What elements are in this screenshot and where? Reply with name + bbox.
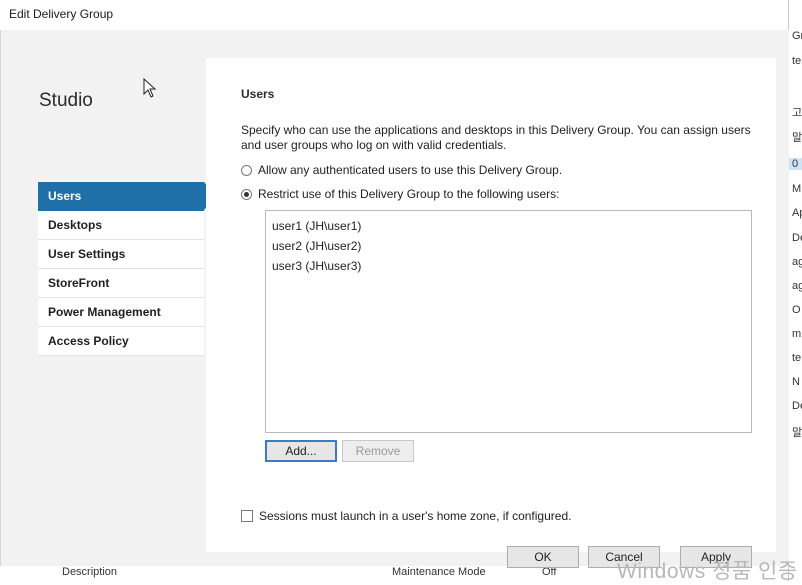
list-item[interactable]: user2 (JH\user2): [272, 236, 745, 256]
restrict-users-label: Restrict use of this Delivery Group to t…: [258, 187, 560, 201]
list-item[interactable]: user1 (JH\user1): [272, 216, 745, 236]
ok-button[interactable]: OK: [507, 546, 579, 568]
studio-brand: Studio: [39, 90, 93, 111]
background-text: M: [792, 183, 802, 195]
add-button[interactable]: Add...: [265, 440, 337, 462]
background-text: Ap: [792, 207, 802, 219]
nav-item-label: Users: [48, 189, 82, 203]
remove-button[interactable]: Remove: [342, 440, 414, 462]
background-text: De: [792, 232, 802, 244]
allow-all-users-option[interactable]: Allow any authenticated users to use thi…: [241, 163, 562, 177]
background-text: te: [792, 352, 802, 364]
background-text: m: [792, 328, 802, 340]
nav-item-storefront[interactable]: StoreFront: [38, 269, 204, 298]
background-text: Maintenance Mode: [392, 566, 486, 578]
background-text: 말: [792, 427, 802, 439]
background-text: ag: [792, 280, 802, 292]
background-text: te: [792, 55, 802, 67]
background-text: 0: [789, 158, 802, 170]
users-page: Users Specify who can use the applicatio…: [206, 58, 776, 568]
nav-item-user-settings[interactable]: User Settings: [38, 240, 204, 269]
user-list[interactable]: user1 (JH\user1) user2 (JH\user2) user3 …: [265, 210, 752, 433]
home-zone-label: Sessions must launch in a user's home zo…: [259, 509, 572, 523]
wizard-nav: Users Desktops User Settings StoreFront …: [38, 182, 216, 356]
background-text: 말: [792, 132, 802, 144]
mouse-cursor-icon: [143, 78, 157, 98]
home-zone-option[interactable]: Sessions must launch in a user's home zo…: [241, 509, 571, 523]
nav-item-power-management[interactable]: Power Management: [38, 298, 204, 327]
edit-delivery-group-dialog: Studio Users Desktops User Settings Stor…: [0, 30, 789, 568]
nav-item-label: StoreFront: [48, 276, 110, 290]
radio-checked-icon[interactable]: [241, 188, 252, 200]
background-text: Description: [62, 566, 118, 578]
page-title: Users: [241, 87, 275, 101]
background-text: Gr: [792, 30, 802, 42]
nav-item-label: User Settings: [48, 247, 126, 261]
checkbox-icon[interactable]: [241, 510, 253, 522]
list-item[interactable]: user3 (JH\user3): [272, 256, 745, 276]
wizard-sidebar: Studio Users Desktops User Settings Stor…: [23, 58, 216, 552]
nav-item-label: Access Policy: [48, 334, 129, 348]
background-text: ag: [792, 256, 802, 268]
radio-unchecked-icon[interactable]: [241, 164, 252, 176]
page-description: Specify who can use the applications and…: [241, 123, 751, 152]
dialog-titlebar[interactable]: Edit Delivery Group: [0, 0, 788, 30]
dialog-title: Edit Delivery Group: [9, 7, 114, 21]
nav-item-access-policy[interactable]: Access Policy: [38, 327, 204, 356]
nav-item-users[interactable]: Users: [38, 182, 216, 211]
allow-all-users-label: Allow any authenticated users to use thi…: [258, 163, 563, 177]
nav-item-label: Power Management: [48, 305, 161, 319]
background-text: N: [792, 376, 800, 388]
background-app-strip: Gr te 고 말 0 M Ap De ag ag O m te N De 말: [788, 0, 802, 581]
background-text: 고: [792, 107, 802, 119]
background-text: De: [792, 400, 802, 412]
nav-item-label: Desktops: [48, 218, 103, 232]
restrict-users-option[interactable]: Restrict use of this Delivery Group to t…: [241, 187, 559, 201]
background-text: O: [792, 304, 801, 316]
nav-item-desktops[interactable]: Desktops: [38, 211, 204, 240]
